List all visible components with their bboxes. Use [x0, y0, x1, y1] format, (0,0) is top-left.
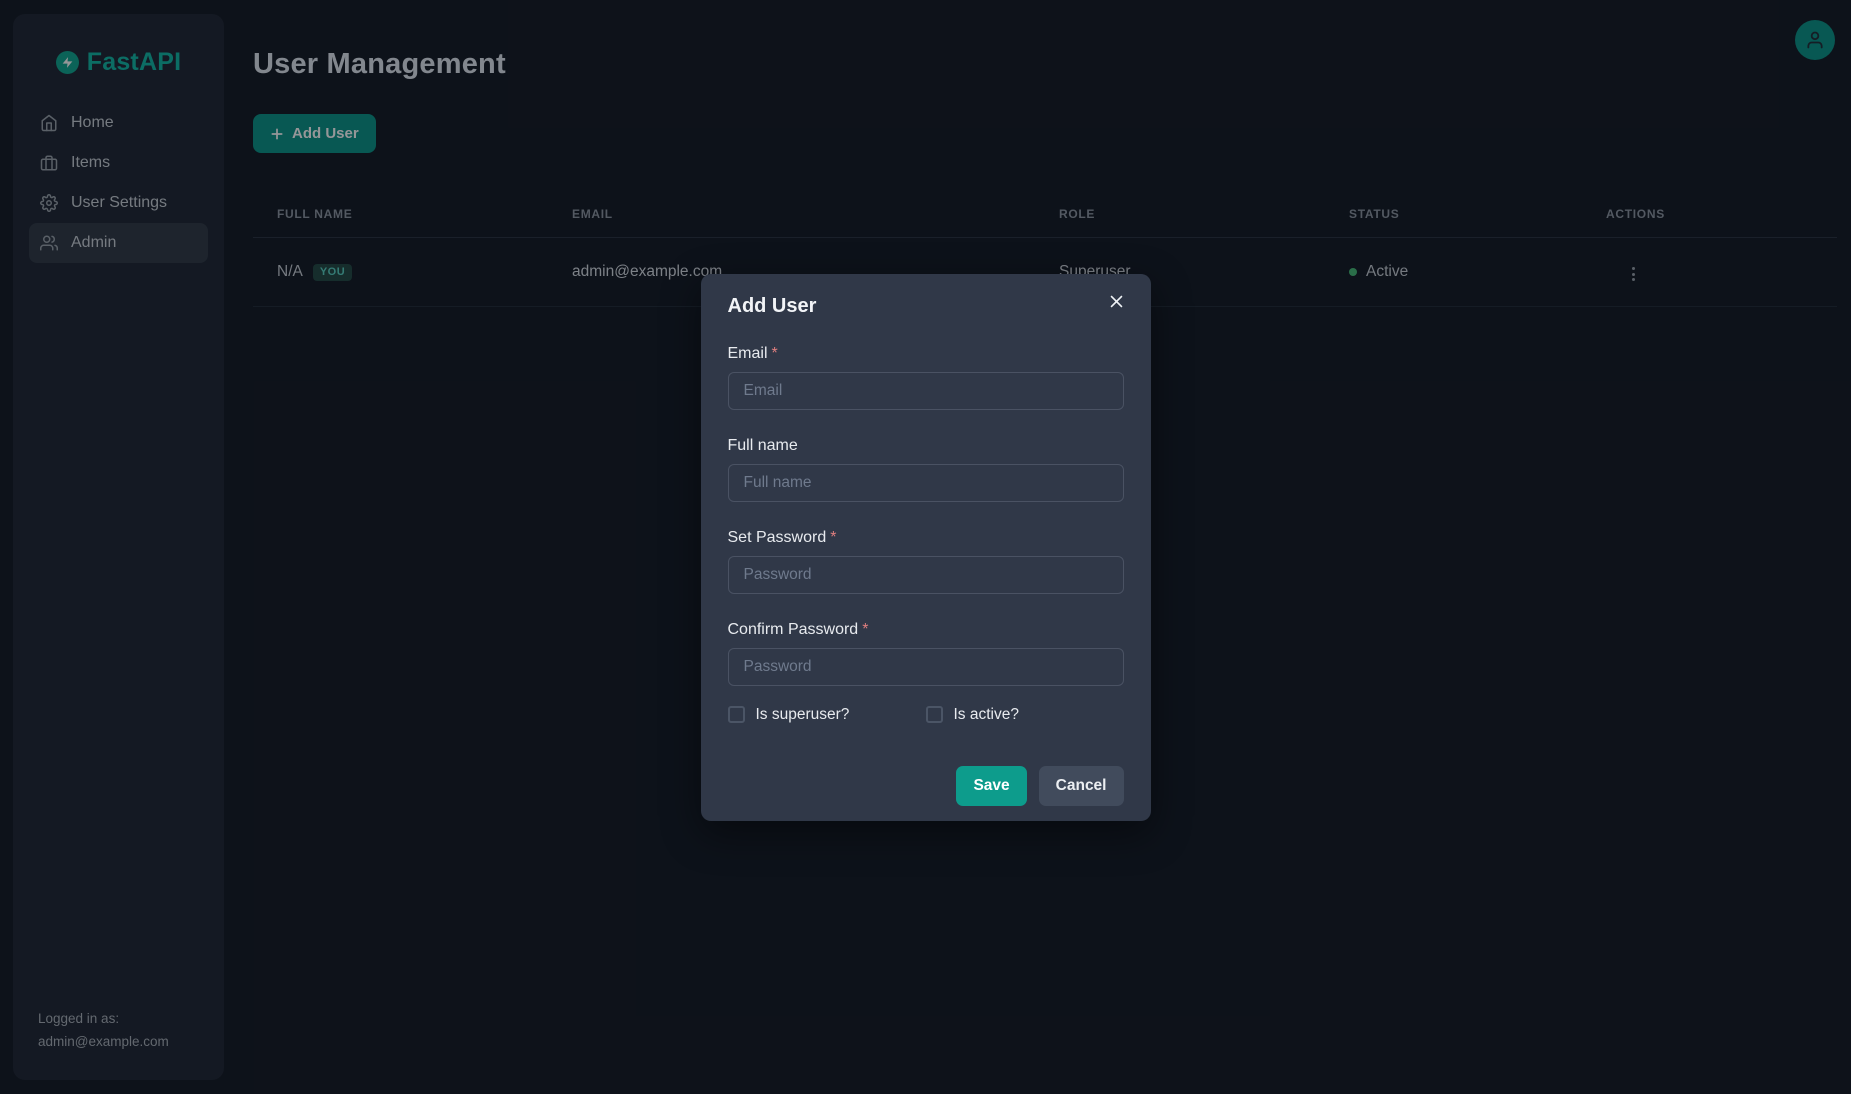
full-name-field-group: Full name [728, 437, 1124, 502]
required-marker: * [862, 621, 868, 638]
is-active-label: Is active? [954, 706, 1019, 724]
set-password-field[interactable] [728, 556, 1124, 594]
is-superuser-checkbox-group[interactable]: Is superuser? [728, 706, 926, 724]
is-superuser-checkbox[interactable] [728, 706, 745, 723]
is-active-checkbox-group[interactable]: Is active? [926, 706, 1124, 724]
set-password-field-label: Set Password* [728, 529, 1124, 547]
confirm-password-field-group: Confirm Password* [728, 621, 1124, 686]
email-field-group: Email* [728, 345, 1124, 410]
is-superuser-label: Is superuser? [756, 706, 850, 724]
modal-layer: Add User Email* Full name Set Password* … [0, 0, 1851, 1094]
full-name-field[interactable] [728, 464, 1124, 502]
confirm-password-field-label: Confirm Password* [728, 621, 1124, 639]
email-field[interactable] [728, 372, 1124, 410]
modal-actions: Save Cancel [728, 766, 1124, 806]
modal-title: Add User [728, 295, 1124, 318]
set-password-field-group: Set Password* [728, 529, 1124, 594]
modal-checkbox-row: Is superuser? Is active? [728, 706, 1124, 724]
close-icon[interactable] [1104, 289, 1130, 315]
full-name-field-label: Full name [728, 437, 1124, 455]
email-field-label: Email* [728, 345, 1124, 363]
add-user-modal: Add User Email* Full name Set Password* … [701, 274, 1151, 821]
cancel-button[interactable]: Cancel [1039, 766, 1124, 806]
save-button[interactable]: Save [956, 766, 1026, 806]
required-marker: * [830, 529, 836, 546]
is-active-checkbox[interactable] [926, 706, 943, 723]
required-marker: * [772, 345, 778, 362]
confirm-password-field[interactable] [728, 648, 1124, 686]
